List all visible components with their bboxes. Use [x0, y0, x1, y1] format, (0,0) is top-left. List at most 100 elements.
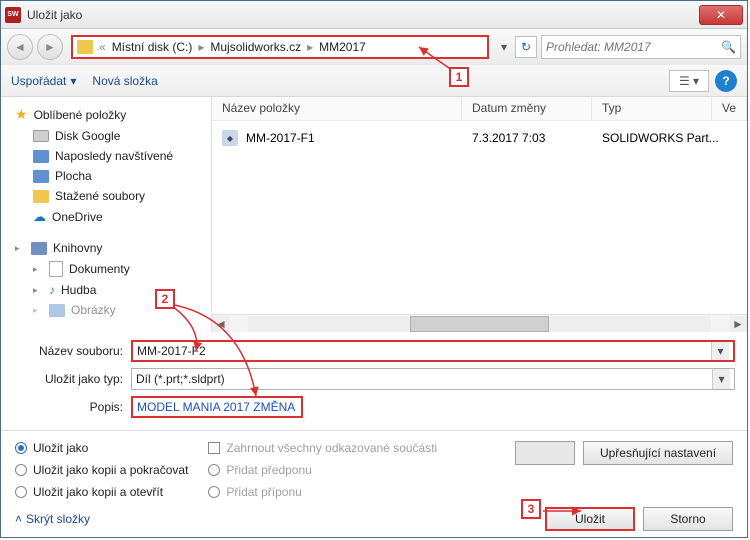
- body-area: ★ Oblíbené položky Disk Google Naposledy…: [1, 97, 747, 332]
- sidebar-item[interactable]: ☁OneDrive: [5, 206, 207, 228]
- column-name[interactable]: Název položky: [212, 97, 462, 120]
- scroll-left-button[interactable]: ◄: [212, 316, 230, 332]
- radio-add-prefix: Přidat předponu: [208, 463, 437, 477]
- file-type: SOLIDWORKS Part...: [602, 131, 722, 145]
- toolbar: Uspořádat ▾ Nová složka ☰ ▾ ?: [1, 65, 747, 97]
- expand-icon[interactable]: ▸: [33, 305, 43, 316]
- filename-dropdown[interactable]: ▾: [711, 342, 729, 360]
- description-input[interactable]: MODEL MANIA 2017 ZMĚNA: [131, 396, 303, 418]
- sidebar-item[interactable]: Plocha: [5, 166, 207, 186]
- filetype-select[interactable]: Díl (*.prt;*.sldprt) ▾: [131, 368, 735, 390]
- checkbox-icon: [208, 442, 220, 454]
- app-icon: SW: [5, 7, 21, 23]
- breadcrumb-prefix: «: [95, 40, 110, 54]
- radio-save-copy-open[interactable]: Uložit jako kopii a otevřít: [15, 485, 188, 499]
- filetype-dropdown[interactable]: ▾: [712, 369, 730, 389]
- filename-input[interactable]: MM-2017-F2 ▾: [131, 340, 735, 362]
- file-row[interactable]: ◆ MM-2017-F1 7.3.2017 7:03 SOLIDWORKS Pa…: [212, 127, 747, 149]
- drive-icon: [33, 130, 49, 142]
- options-area: Uložit jako Uložit jako kopii a pokračov…: [1, 430, 747, 507]
- scroll-right-button[interactable]: ►: [729, 316, 747, 332]
- titlebar: SW Uložit jako ✕: [1, 1, 747, 29]
- file-list[interactable]: ◆ MM-2017-F1 7.3.2017 7:03 SOLIDWORKS Pa…: [212, 121, 747, 314]
- refresh-button[interactable]: ↻: [515, 36, 537, 58]
- radio-icon: [15, 442, 27, 454]
- close-button[interactable]: ✕: [699, 5, 743, 25]
- callout-1: 1: [449, 67, 469, 87]
- search-icon[interactable]: 🔍: [721, 40, 736, 54]
- expand-icon[interactable]: ▸: [33, 285, 43, 296]
- library-icon: [31, 242, 47, 255]
- recent-icon: [33, 150, 49, 163]
- search-input[interactable]: [546, 40, 721, 54]
- pictures-icon: [49, 304, 65, 317]
- breadcrumb-item[interactable]: Místní disk (C:): [112, 40, 193, 54]
- navbar: ◄ ► « Místní disk (C:) ▸ Mujsolidworks.c…: [1, 29, 747, 65]
- new-folder-button[interactable]: Nová složka: [92, 74, 157, 88]
- help-button[interactable]: ?: [715, 70, 737, 92]
- callout-3: 3: [521, 499, 541, 519]
- expand-icon[interactable]: ▸: [33, 264, 43, 275]
- callout-2: 2: [155, 289, 175, 309]
- breadcrumb-item[interactable]: Mujsolidworks.cz: [210, 40, 301, 54]
- file-list-header: Název položky Datum změny Typ Ve: [212, 97, 747, 121]
- save-button[interactable]: Uložit: [545, 507, 635, 531]
- scroll-track[interactable]: [248, 316, 711, 332]
- form-area: Název souboru: MM-2017-F2 ▾ Uložit jako …: [1, 332, 747, 430]
- chevron-up-icon: ˄: [15, 512, 22, 526]
- breadcrumb[interactable]: « Místní disk (C:) ▸ Mujsolidworks.cz ▸ …: [71, 35, 489, 59]
- filetype-label: Uložit jako typ:: [13, 372, 131, 386]
- column-type[interactable]: Typ: [592, 97, 712, 120]
- libraries-header[interactable]: ▸ Knihovny: [5, 238, 207, 258]
- documents-icon: [49, 261, 63, 277]
- forward-button[interactable]: ►: [37, 34, 63, 60]
- sidebar-item[interactable]: ▸Obrázky: [5, 300, 207, 320]
- sidebar-item[interactable]: ▸Dokumenty: [5, 258, 207, 280]
- chevron-right-icon: ▸: [194, 40, 208, 54]
- organize-button[interactable]: Uspořádat ▾: [11, 74, 76, 88]
- horizontal-scrollbar[interactable]: ◄ ►: [212, 314, 747, 332]
- part-file-icon: ◆: [222, 130, 238, 146]
- breadcrumb-dropdown[interactable]: ▾: [497, 40, 511, 54]
- onedrive-icon: ☁: [33, 209, 46, 225]
- radio-icon: [208, 486, 220, 498]
- sidebar-item[interactable]: Disk Google: [5, 126, 207, 146]
- checkbox-include-refs[interactable]: Zahrnout všechny odkazované součásti: [208, 441, 437, 455]
- chevron-down-icon: ▾: [70, 74, 76, 88]
- radio-icon: [208, 464, 220, 476]
- music-icon: ♪: [49, 283, 55, 297]
- hide-folders-link[interactable]: ˄ Skrýt složky: [15, 512, 90, 526]
- window-title: Uložit jako: [27, 8, 699, 22]
- search-box[interactable]: 🔍: [541, 35, 741, 59]
- file-date: 7.3.2017 7:03: [472, 131, 602, 145]
- back-button[interactable]: ◄: [7, 34, 33, 60]
- sidebar-item[interactable]: Naposledy navštívené: [5, 146, 207, 166]
- save-as-dialog: SW Uložit jako ✕ ◄ ► « Místní disk (C:) …: [0, 0, 748, 538]
- favorites-header[interactable]: ★ Oblíbené položky: [5, 103, 207, 126]
- file-area: Název položky Datum změny Typ Ve ◆ MM-20…: [212, 97, 747, 332]
- downloads-icon: [33, 190, 49, 203]
- folder-icon: [77, 40, 93, 54]
- radio-add-suffix: Přidat příponu: [208, 485, 437, 499]
- close-icon: ✕: [716, 8, 726, 22]
- advanced-settings-button[interactable]: Upřesňující nastavení: [583, 441, 733, 465]
- expand-icon[interactable]: ▸: [15, 243, 25, 254]
- view-mode-button[interactable]: ☰ ▾: [669, 70, 709, 92]
- radio-icon: [15, 486, 27, 498]
- sidebar-item[interactable]: Stažené soubory: [5, 186, 207, 206]
- footer: ˄ Skrýt složky Uložit Storno: [1, 507, 747, 531]
- column-ver[interactable]: Ve: [712, 97, 747, 120]
- radio-save-as[interactable]: Uložit jako: [15, 441, 188, 455]
- radio-save-copy-continue[interactable]: Uložit jako kopii a pokračovat: [15, 463, 188, 477]
- scroll-thumb[interactable]: [410, 316, 549, 332]
- radio-icon: [15, 464, 27, 476]
- sidebar-item[interactable]: ▸♪Hudba: [5, 280, 207, 300]
- cancel-button[interactable]: Storno: [643, 507, 733, 531]
- chevron-right-icon: ▸: [303, 40, 317, 54]
- sidebar: ★ Oblíbené položky Disk Google Naposledy…: [1, 97, 212, 332]
- color-preview: [515, 441, 575, 465]
- column-date[interactable]: Datum změny: [462, 97, 592, 120]
- breadcrumb-item[interactable]: MM2017: [319, 40, 366, 54]
- desktop-icon: [33, 170, 49, 183]
- description-label: Popis:: [13, 400, 131, 414]
